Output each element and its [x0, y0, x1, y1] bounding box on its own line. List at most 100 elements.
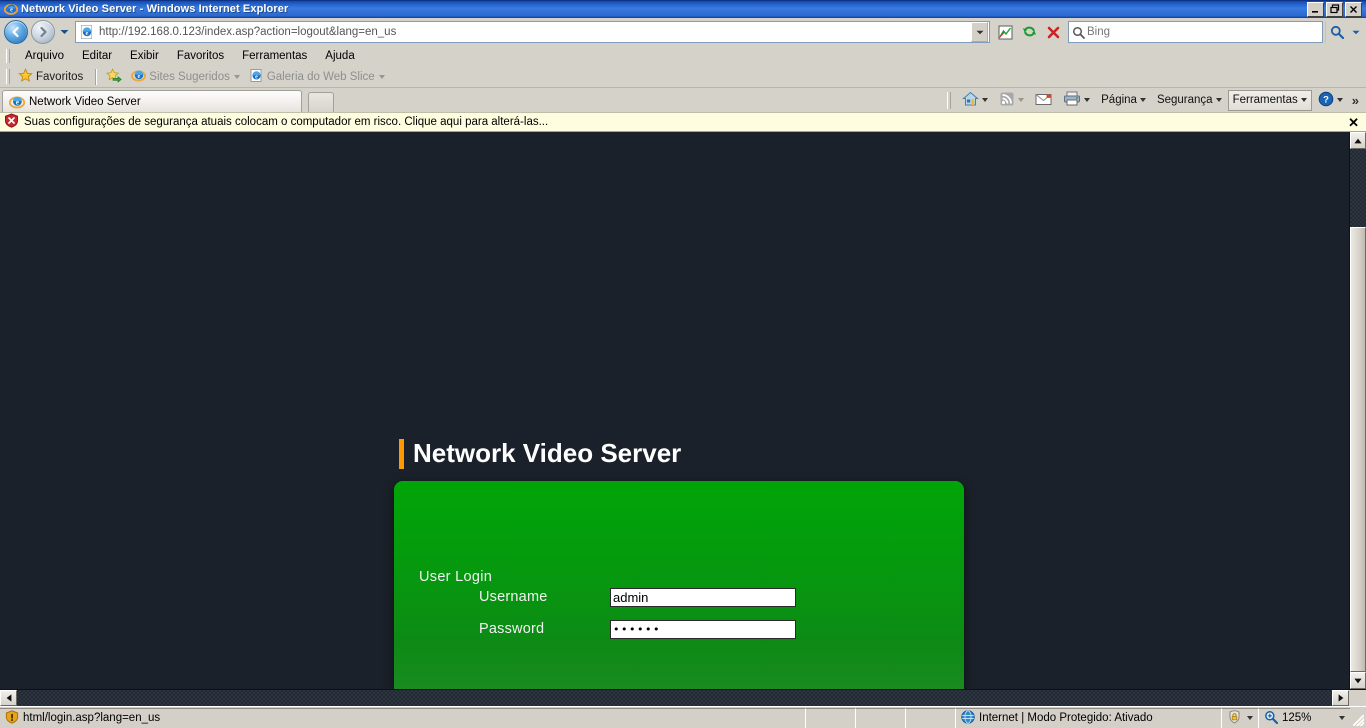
favorites-button[interactable]: Favoritos	[15, 67, 89, 87]
menu-item-ajuda[interactable]: Ajuda	[316, 48, 363, 64]
chevron-down-icon[interactable]	[1336, 98, 1343, 102]
title-bar: e Network Video Server - Windows Interne…	[0, 0, 1366, 18]
security-zone-pane[interactable]: Internet | Modo Protegido: Ativado	[955, 707, 1221, 728]
restore-button[interactable]	[1326, 1, 1343, 17]
chevron-down-icon[interactable]	[1084, 98, 1091, 102]
password-label: Password	[479, 621, 545, 637]
tools-menu-button[interactable]: Ferramentas	[1227, 89, 1312, 111]
chevron-down-icon[interactable]	[1018, 98, 1025, 102]
close-button[interactable]	[1345, 1, 1362, 17]
menu-item-exibir[interactable]: Exibir	[121, 48, 168, 64]
status-bar: html/login.asp?lang=en_us Internet | Mod…	[0, 706, 1366, 728]
zoom-icon	[1264, 710, 1279, 727]
close-icon[interactable]: ✕	[1345, 116, 1362, 129]
search-provider-dropdown-icon[interactable]	[1349, 21, 1362, 43]
suggested-sites-label: Sites Sugeridos	[149, 70, 230, 83]
page-menu-button[interactable]: Página	[1096, 90, 1151, 111]
favorites-bar-grip[interactable]	[6, 69, 10, 84]
command-bar-grip[interactable]	[947, 91, 952, 109]
chevron-down-icon[interactable]	[1300, 98, 1307, 102]
vertical-scrollbar[interactable]	[1349, 132, 1366, 689]
brand-accent-bar	[399, 438, 404, 469]
scroll-right-button[interactable]	[1332, 690, 1349, 706]
minimize-button[interactable]	[1307, 1, 1324, 17]
scroll-left-button[interactable]	[0, 690, 17, 706]
chevron-down-icon[interactable]	[1339, 716, 1345, 720]
login-panel-top: User Login Username Password	[394, 481, 964, 689]
mail-icon	[1035, 92, 1052, 109]
page-favicon: e	[79, 24, 95, 40]
content-viewport: Network Video Server User Login Username…	[0, 132, 1366, 689]
security-warning-icon	[4, 113, 19, 131]
scrollbar-track-upper[interactable]	[1350, 149, 1366, 227]
svg-text:?: ?	[1323, 94, 1329, 105]
suggested-sites-item[interactable]: e Sites Sugeridos	[128, 67, 246, 87]
compatibility-view-button[interactable]	[994, 21, 1016, 43]
chevron-down-icon[interactable]	[233, 74, 240, 79]
page-brand-header: Network Video Server	[399, 438, 681, 469]
user-login-heading: User Login	[419, 569, 493, 585]
zoom-level-pane[interactable]: 125%	[1258, 707, 1350, 728]
tab-network-video-server[interactable]: e Network Video Server	[2, 90, 302, 112]
security-info-bar[interactable]: Suas configurações de segurança atuais c…	[0, 112, 1366, 132]
horizontal-scrollbar-track[interactable]	[17, 690, 1332, 706]
refresh-button[interactable]	[1018, 21, 1040, 43]
security-warning-message: Suas configurações de segurança atuais c…	[24, 116, 549, 128]
chevron-down-icon[interactable]	[378, 74, 385, 79]
home-icon	[962, 91, 979, 110]
feeds-button[interactable]	[994, 90, 1029, 111]
scrollbar-thumb[interactable]	[1350, 227, 1366, 672]
page-menu-label: Página	[1101, 94, 1137, 106]
status-warning-icon	[5, 709, 19, 727]
add-to-favorites-bar-icon[interactable]	[103, 67, 128, 87]
svg-text:e: e	[138, 73, 141, 80]
read-mail-button[interactable]	[1030, 90, 1057, 111]
url-dropdown-button[interactable]	[971, 22, 988, 42]
resize-grip[interactable]	[1350, 708, 1366, 728]
new-tab-button[interactable]	[308, 92, 334, 112]
horizontal-scrollbar[interactable]	[0, 689, 1366, 707]
status-url-pane: html/login.asp?lang=en_us	[0, 707, 805, 728]
printer-icon	[1063, 91, 1081, 109]
scroll-down-button[interactable]	[1350, 672, 1366, 689]
internet-explorer-icon: e	[4, 2, 18, 16]
svg-text:e: e	[255, 73, 258, 80]
username-input[interactable]	[610, 587, 796, 607]
menu-bar-grip[interactable]	[6, 49, 10, 63]
search-box[interactable]: Bing	[1068, 21, 1323, 43]
search-submit-button[interactable]	[1325, 21, 1347, 43]
back-button[interactable]	[4, 20, 28, 44]
svg-text:e: e	[86, 30, 89, 37]
command-bar-overflow-button[interactable]: »	[1349, 93, 1362, 108]
home-button[interactable]	[957, 90, 993, 111]
star-arrow-icon	[106, 67, 123, 86]
security-menu-button[interactable]: Segurança	[1152, 90, 1227, 111]
chevron-down-icon[interactable]	[982, 98, 989, 102]
internet-zone-icon	[961, 709, 975, 727]
ie-small-icon: e	[131, 68, 147, 86]
tab-bar: e Network Video Server Página Segurança …	[0, 88, 1366, 112]
menu-item-editar[interactable]: Editar	[73, 48, 121, 64]
url-bar[interactable]: e http://192.168.0.123/index.asp?action=…	[75, 21, 990, 43]
help-icon: ?	[1318, 91, 1334, 110]
security-zone-text: Internet | Modo Protegido: Ativado	[979, 712, 1153, 724]
menu-item-favoritos[interactable]: Favoritos	[168, 48, 233, 64]
print-button[interactable]	[1058, 90, 1095, 111]
password-input[interactable]	[610, 619, 796, 639]
stop-button[interactable]	[1042, 21, 1064, 43]
scroll-up-button[interactable]	[1350, 132, 1366, 149]
protected-mode-pane[interactable]	[1221, 707, 1258, 728]
chevron-down-icon[interactable]	[1139, 98, 1146, 102]
forward-button[interactable]	[31, 20, 55, 44]
page-title: Network Video Server	[413, 438, 682, 468]
menu-item-ferramentas[interactable]: Ferramentas	[233, 48, 316, 64]
web-slice-gallery-item[interactable]: e Galeria do Web Slice	[246, 67, 391, 87]
history-dropdown-icon[interactable]	[57, 20, 71, 44]
menu-item-arquivo[interactable]: Arquivo	[16, 48, 73, 64]
search-input[interactable]: Bing	[1087, 26, 1322, 38]
status-url-text: html/login.asp?lang=en_us	[23, 712, 161, 724]
star-icon	[18, 67, 33, 86]
help-button[interactable]: ?	[1313, 90, 1348, 111]
chevron-down-icon[interactable]	[1215, 98, 1222, 102]
chevron-down-icon[interactable]	[1247, 716, 1253, 720]
